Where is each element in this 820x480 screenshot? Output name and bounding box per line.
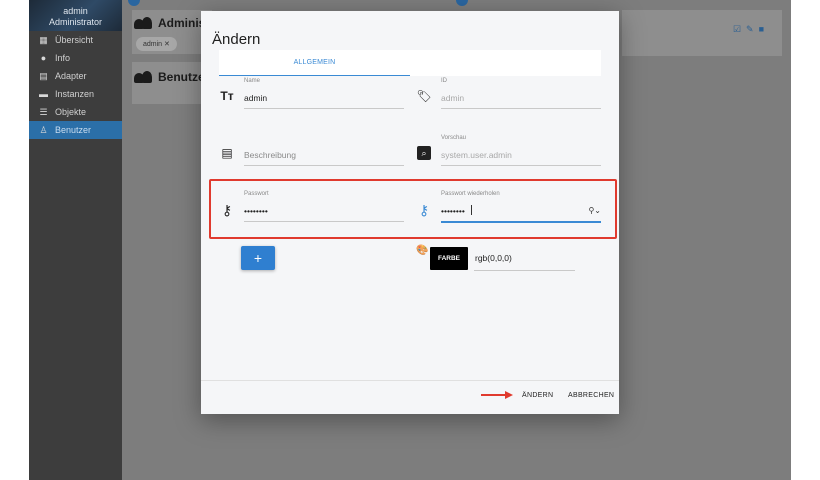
sidebar-item-objekte[interactable]: ☰ Objekte (29, 103, 122, 121)
description-field[interactable]: Beschreibung (244, 135, 404, 169)
sidebar-item-label: Adapter (55, 71, 87, 81)
description-icon: ▤ (221, 146, 233, 160)
groups-indicator (128, 0, 140, 6)
description-placeholder: Beschreibung (244, 150, 296, 160)
add-button[interactable]: + (241, 246, 275, 270)
users-indicator (456, 0, 468, 6)
tag-icon: 🏷 (416, 89, 432, 103)
user-icon: ♙ (39, 124, 48, 135)
preview-label: Vorschau (441, 135, 467, 141)
palette-icon: 🎨 (416, 245, 429, 256)
preview-field: Vorschau system.user.admin (441, 135, 601, 169)
name-underline (244, 108, 404, 109)
color-button[interactable]: FARBE (430, 247, 468, 270)
sidebar-item-adapter[interactable]: ▤ Adapter (29, 67, 122, 85)
edit-icon[interactable]: ✎ (746, 24, 754, 35)
sidebar-item-label: Übersicht (55, 35, 94, 45)
id-label: ID (441, 78, 447, 84)
sidebar-item-label: Objekte (55, 107, 87, 117)
id-value: admin (441, 93, 465, 103)
sidebar-user-role: Administrator (48, 17, 102, 27)
group-card-title: Benutze (158, 70, 205, 84)
name-value: admin (244, 93, 268, 103)
sidebar-item-info[interactable]: ● Info (29, 49, 122, 67)
text-format-icon: Tт (220, 89, 234, 103)
group-card-users[interactable]: Benutze (132, 62, 212, 104)
name-label: Name (244, 78, 261, 84)
arrow-annotation-icon (481, 391, 513, 399)
checkbox-icon[interactable]: ☑ (733, 24, 741, 35)
description-underline (244, 165, 404, 166)
preview-underline (441, 165, 601, 166)
info-icon: ● (40, 53, 47, 63)
group-card-title-row: Benutze (134, 70, 205, 84)
id-underline (441, 108, 601, 109)
sidebar-item-instanzen[interactable]: ▬ Instanzen (29, 85, 122, 103)
change-button[interactable]: ÄNDERN (522, 392, 553, 399)
grid-icon: ▦ (39, 34, 48, 45)
color-underline (474, 270, 575, 271)
dialog-title: Ändern (212, 31, 261, 48)
sidebar-user: admin Administrator (29, 0, 122, 31)
instances-icon: ▬ (39, 89, 48, 99)
list-icon: ☰ (39, 106, 48, 117)
group-icon (134, 71, 152, 83)
preview-value: system.user.admin (441, 150, 512, 160)
cancel-button[interactable]: ABBRECHEN (568, 392, 614, 399)
delete-icon[interactable]: ■ (759, 24, 764, 35)
sidebar-user-name: admin (63, 6, 88, 16)
sidebar-item-benutzer[interactable]: ♙ Benutzer (29, 121, 122, 139)
id-field: ID admin (441, 78, 601, 112)
sidebar-item-uebersicht[interactable]: ▦ Übersicht (29, 31, 122, 49)
group-card-title-row: Adminis (134, 16, 205, 30)
color-field[interactable]: rgb(0,0,0) (474, 249, 575, 271)
user-card-actions: ☑ ✎ ■ (733, 24, 764, 35)
sidebar: admin Administrator ▦ Übersicht ● Info ▤… (29, 0, 122, 480)
member-chip[interactable]: admin ✕ (136, 37, 177, 51)
store-icon: ▤ (39, 70, 48, 81)
group-icon (134, 17, 152, 29)
sidebar-item-label: Instanzen (55, 89, 95, 99)
dialog-tabs: ALLGEMEIN (219, 50, 601, 76)
password-highlight-box (209, 179, 617, 239)
sidebar-item-label: Info (55, 53, 71, 63)
dialog-footer: ÄNDERN ABBRECHEN (201, 380, 619, 414)
color-value: rgb(0,0,0) (475, 253, 512, 263)
sidebar-item-label: Benutzer (55, 125, 92, 135)
preview-icon: ⌕ (417, 146, 431, 160)
tab-general[interactable]: ALLGEMEIN (219, 50, 410, 76)
user-card-admin[interactable]: ☑ ✎ ■ (622, 10, 782, 56)
group-card-admin[interactable]: Adminis admin ✕ (132, 10, 212, 54)
group-card-title: Adminis (158, 16, 206, 30)
name-field[interactable]: Name admin (244, 78, 404, 112)
